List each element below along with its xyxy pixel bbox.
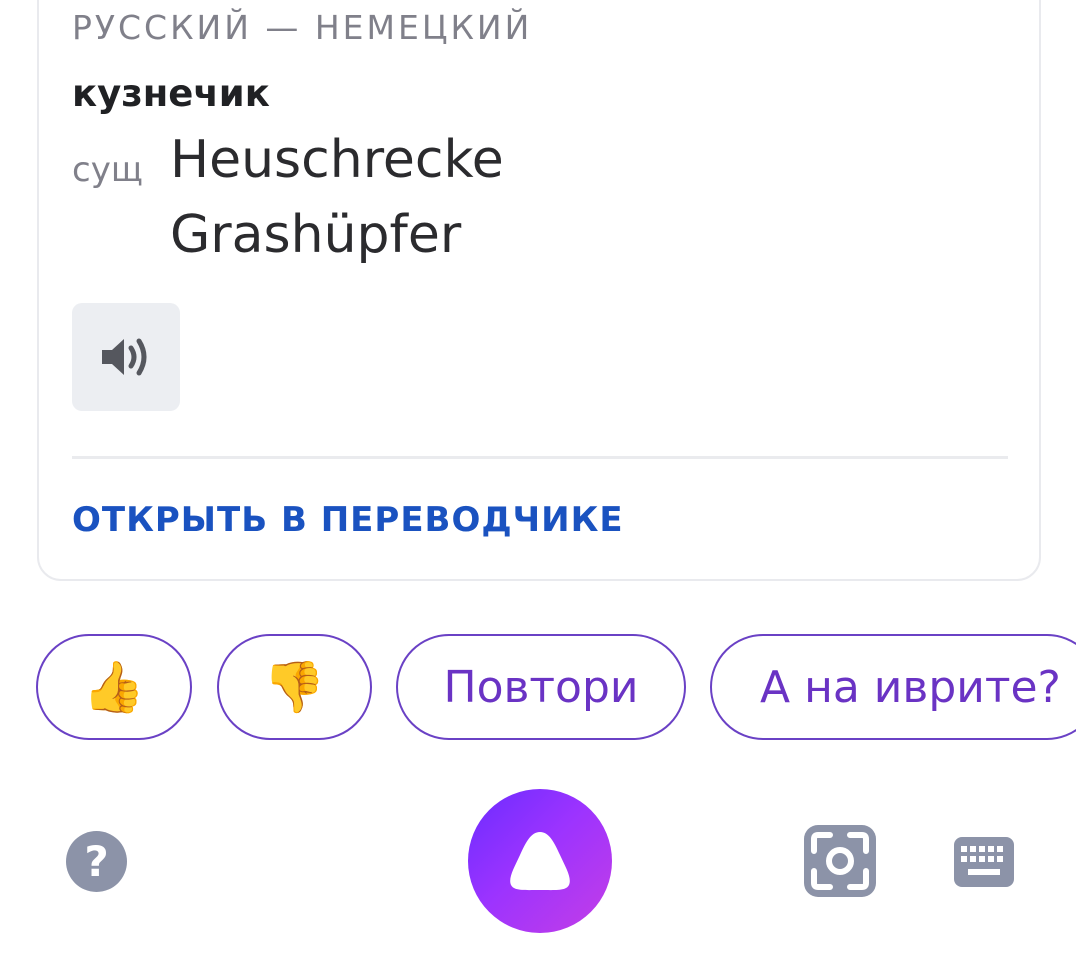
thumbs-up-icon: 👍	[82, 657, 146, 716]
translation-item: Heuschrecke	[170, 130, 504, 190]
source-word: кузнечик	[72, 72, 270, 115]
open-in-translator-link[interactable]: ОТКРЫТЬ В ПЕРЕВОДЧИКЕ	[72, 500, 624, 540]
language-pair-label: РУССКИЙ — НЕМЕЦКИЙ	[72, 8, 533, 47]
hebrew-suggestion-button[interactable]: А на иврите?	[710, 634, 1076, 740]
thumbs-up-button[interactable]: 👍	[36, 634, 192, 740]
speaker-icon	[102, 338, 147, 376]
alice-icon	[510, 832, 570, 891]
divider	[72, 456, 1008, 459]
question-icon[interactable]: ?	[66, 831, 127, 892]
repeat-suggestion-label: Повтори	[443, 661, 639, 713]
play-pronunciation-button[interactable]	[72, 303, 180, 411]
part-of-speech-label: сущ	[72, 150, 143, 190]
translation-item: Grashüpfer	[170, 205, 462, 265]
assistant-screen: РУССКИЙ — НЕМЕЦКИЙ кузнечик сущ Heuschre…	[0, 0, 1076, 961]
keyboard-icon[interactable]	[954, 837, 1014, 887]
thumbs-down-button[interactable]: 👎	[217, 634, 372, 740]
voice-assistant-button[interactable]	[468, 789, 612, 933]
thumbs-down-icon: 👎	[263, 657, 326, 716]
help-glyph: ?	[84, 837, 109, 886]
hebrew-suggestion-label: А на иврите?	[760, 661, 1061, 713]
camera-scan-icon[interactable]	[804, 825, 876, 897]
repeat-suggestion-button[interactable]: Повтори	[396, 634, 686, 740]
